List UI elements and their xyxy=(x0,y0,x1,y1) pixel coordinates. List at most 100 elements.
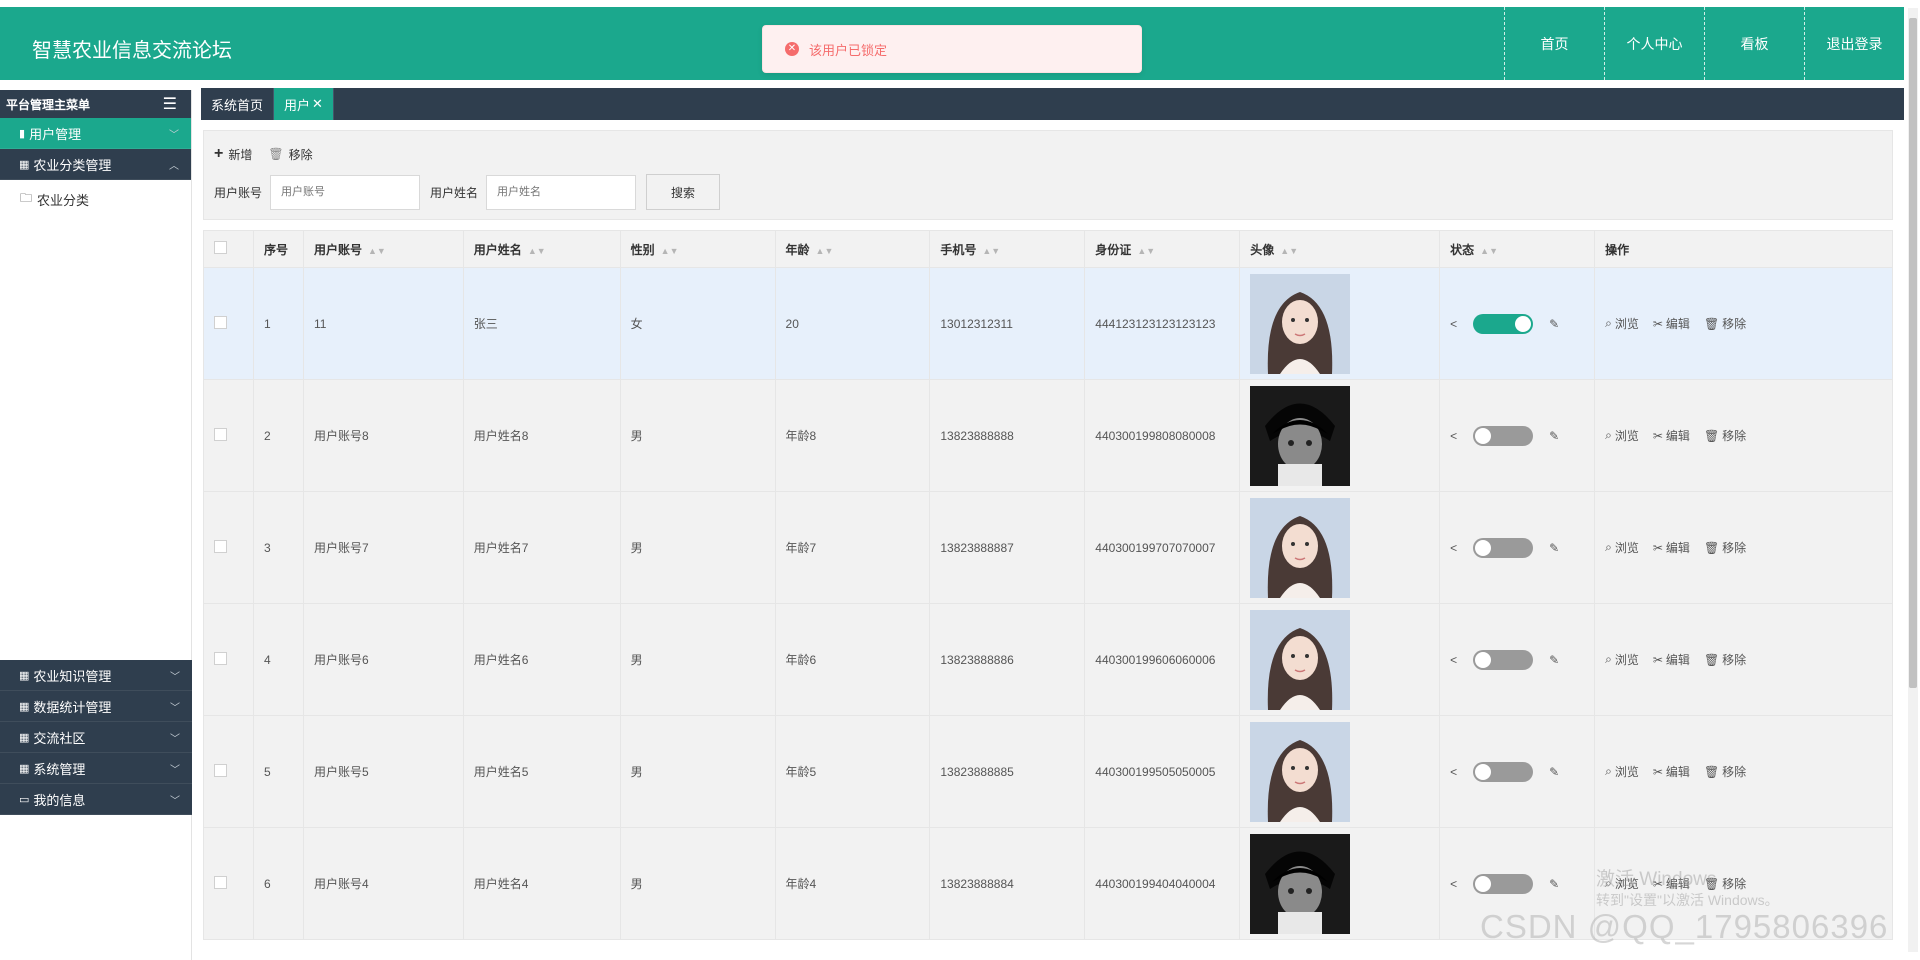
name-input[interactable] xyxy=(486,174,637,210)
pen-icon[interactable]: ✎ xyxy=(1549,317,1559,331)
sort-icon[interactable]: ▲▼ xyxy=(368,246,386,256)
view-button[interactable]: ⌕ 浏览 xyxy=(1605,427,1639,444)
delete-button[interactable]: 🗑 移除 xyxy=(1704,315,1746,332)
sort-icon[interactable]: ▲▼ xyxy=(661,246,679,256)
share-icon[interactable]: < xyxy=(1450,765,1457,779)
table-row[interactable]: 3 用户账号7 用户姓名7 男年龄7 13823888887 44030019970707… xyxy=(203,491,1893,604)
edit-button[interactable]: ✂ 编辑 xyxy=(1653,651,1690,668)
delete-button[interactable]: 🗑 移除 xyxy=(1704,539,1746,556)
hamburger-icon[interactable]: ☰ xyxy=(163,94,177,114)
pen-icon[interactable]: ✎ xyxy=(1549,765,1559,779)
tab-home[interactable]: 系统首页 xyxy=(201,88,275,120)
page-scrollbar[interactable] xyxy=(1908,8,1918,952)
edit-button[interactable]: ✂ 编辑 xyxy=(1653,427,1690,444)
row-checkbox[interactable] xyxy=(214,763,227,777)
sidebar-item-my-info[interactable]: ▭ 我的信息 ﹀ xyxy=(0,784,192,815)
row-select-cell[interactable] xyxy=(203,379,254,492)
col-avatar[interactable]: 头像 ▲▼ xyxy=(1239,230,1441,268)
cell-avatar[interactable] xyxy=(1239,827,1441,940)
sidebar-subitem-agri-category[interactable]: 🗀 农业分类 xyxy=(0,180,191,218)
cell-avatar[interactable] xyxy=(1239,491,1441,604)
share-icon[interactable]: < xyxy=(1450,653,1457,667)
cell-avatar[interactable] xyxy=(1239,715,1441,828)
col-name[interactable]: 用户姓名 ▲▼ xyxy=(462,230,621,268)
scrollbar-thumb[interactable] xyxy=(1909,18,1917,688)
edit-button[interactable]: ✂ 编辑 xyxy=(1653,315,1690,332)
sort-icon[interactable]: ▲▼ xyxy=(1137,246,1155,256)
sidebar-item-agri-category-management[interactable]: ▦ 农业分类管理 ︿ xyxy=(0,149,191,180)
col-status[interactable]: 状态 ▲▼ xyxy=(1439,230,1596,268)
select-all-cell[interactable] xyxy=(203,230,254,268)
cell-avatar[interactable] xyxy=(1239,267,1441,380)
row-select-cell[interactable] xyxy=(203,491,254,604)
search-button[interactable]: 搜索 xyxy=(646,174,721,210)
nav-logout[interactable]: 退出登录 xyxy=(1804,7,1904,80)
cell-avatar[interactable] xyxy=(1239,379,1441,492)
status-toggle[interactable] xyxy=(1473,425,1534,446)
col-phone[interactable]: 手机号 ▲▼ xyxy=(929,230,1086,268)
cell-status: < ✎ xyxy=(1439,603,1596,716)
close-icon[interactable]: ✕ xyxy=(312,96,323,112)
sort-icon[interactable]: ▲▼ xyxy=(816,246,834,256)
nav-dashboard[interactable]: 看板 xyxy=(1704,7,1804,80)
row-select-cell[interactable] xyxy=(203,603,254,716)
sort-icon[interactable]: ▲▼ xyxy=(1280,246,1298,256)
delete-button[interactable]: 🗑 移除 xyxy=(1704,763,1746,780)
status-toggle[interactable] xyxy=(1473,313,1534,334)
pen-icon[interactable]: ✎ xyxy=(1549,877,1559,891)
sidebar-item-user-management[interactable]: ▮ 用户管理 ﹀ xyxy=(0,118,191,149)
table-row[interactable]: 1 11 张三女 20 13012312311 444123123123123123 < ✎ ⌕… xyxy=(203,267,1893,380)
view-button[interactable]: ⌕ 浏览 xyxy=(1605,651,1639,668)
share-icon[interactable]: < xyxy=(1450,429,1457,443)
row-checkbox[interactable] xyxy=(214,427,227,441)
row-checkbox[interactable] xyxy=(214,539,227,553)
sort-icon[interactable]: ▲▼ xyxy=(528,246,546,256)
select-all-checkbox[interactable] xyxy=(214,241,227,254)
pen-icon[interactable]: ✎ xyxy=(1549,653,1559,667)
view-button[interactable]: ⌕ 浏览 xyxy=(1605,539,1639,556)
delete-button[interactable]: 🗑 移除 xyxy=(1704,427,1746,444)
row-checkbox[interactable] xyxy=(214,875,227,889)
row-checkbox[interactable] xyxy=(214,651,227,665)
sort-icon[interactable]: ▲▼ xyxy=(982,246,1000,256)
row-select-cell[interactable] xyxy=(203,267,254,380)
sidebar-item-agri-knowledge[interactable]: ▦ 农业知识管理 ﹀ xyxy=(0,660,192,691)
add-button[interactable]: + 新增 xyxy=(214,145,252,163)
col-gender[interactable]: 性别 ▲▼ xyxy=(619,230,776,268)
account-label: 用户账号 xyxy=(214,185,263,200)
delete-button[interactable]: 🗑 移除 xyxy=(1704,651,1746,668)
cell-avatar[interactable] xyxy=(1239,603,1441,716)
status-toggle[interactable] xyxy=(1473,873,1534,894)
edit-button[interactable]: ✂ 编辑 xyxy=(1653,539,1690,556)
account-input[interactable] xyxy=(270,174,421,210)
tab-user[interactable]: 用户 ✕ xyxy=(274,88,334,120)
share-icon[interactable]: < xyxy=(1450,317,1457,331)
nav-profile[interactable]: 个人中心 xyxy=(1604,7,1704,80)
status-toggle[interactable] xyxy=(1473,761,1534,782)
nav-home[interactable]: 首页 xyxy=(1504,7,1604,80)
table-row[interactable]: 4 用户账号6 用户姓名6 男年龄6 13823888886 44030019960606… xyxy=(203,603,1893,716)
cell-name: 用户姓名6 xyxy=(462,603,621,716)
sort-icon[interactable]: ▲▼ xyxy=(1480,246,1498,256)
share-icon[interactable]: < xyxy=(1450,877,1457,891)
pen-icon[interactable]: ✎ xyxy=(1549,429,1559,443)
pen-icon[interactable]: ✎ xyxy=(1549,541,1559,555)
col-id[interactable]: 身份证 ▲▼ xyxy=(1084,230,1241,268)
view-button[interactable]: ⌕ 浏览 xyxy=(1605,315,1639,332)
row-select-cell[interactable] xyxy=(203,715,254,828)
status-toggle[interactable] xyxy=(1473,537,1534,558)
row-select-cell[interactable] xyxy=(203,827,254,940)
remove-button[interactable]: 🗑 移除 xyxy=(268,145,312,163)
sidebar-item-stats[interactable]: ▦ 数据统计管理 ﹀ xyxy=(0,691,192,722)
sidebar-item-community[interactable]: ▦ 交流社区 ﹀ xyxy=(0,722,192,753)
edit-button[interactable]: ✂ 编辑 xyxy=(1653,763,1690,780)
view-button[interactable]: ⌕ 浏览 xyxy=(1605,763,1639,780)
col-age[interactable]: 年龄 ▲▼ xyxy=(774,230,931,268)
table-row[interactable]: 5 用户账号5 用户姓名5 男年龄5 13823888885 44030019950505… xyxy=(203,715,1893,828)
share-icon[interactable]: < xyxy=(1450,541,1457,555)
table-row[interactable]: 2 用户账号8 用户姓名8 男年龄8 13823888888 44030019980808… xyxy=(203,379,1893,492)
sidebar-item-system[interactable]: ▦ 系统管理 ﹀ xyxy=(0,753,192,784)
row-checkbox[interactable] xyxy=(214,315,227,329)
col-account[interactable]: 用户账号 ▲▼ xyxy=(302,230,464,268)
status-toggle[interactable] xyxy=(1473,649,1534,670)
